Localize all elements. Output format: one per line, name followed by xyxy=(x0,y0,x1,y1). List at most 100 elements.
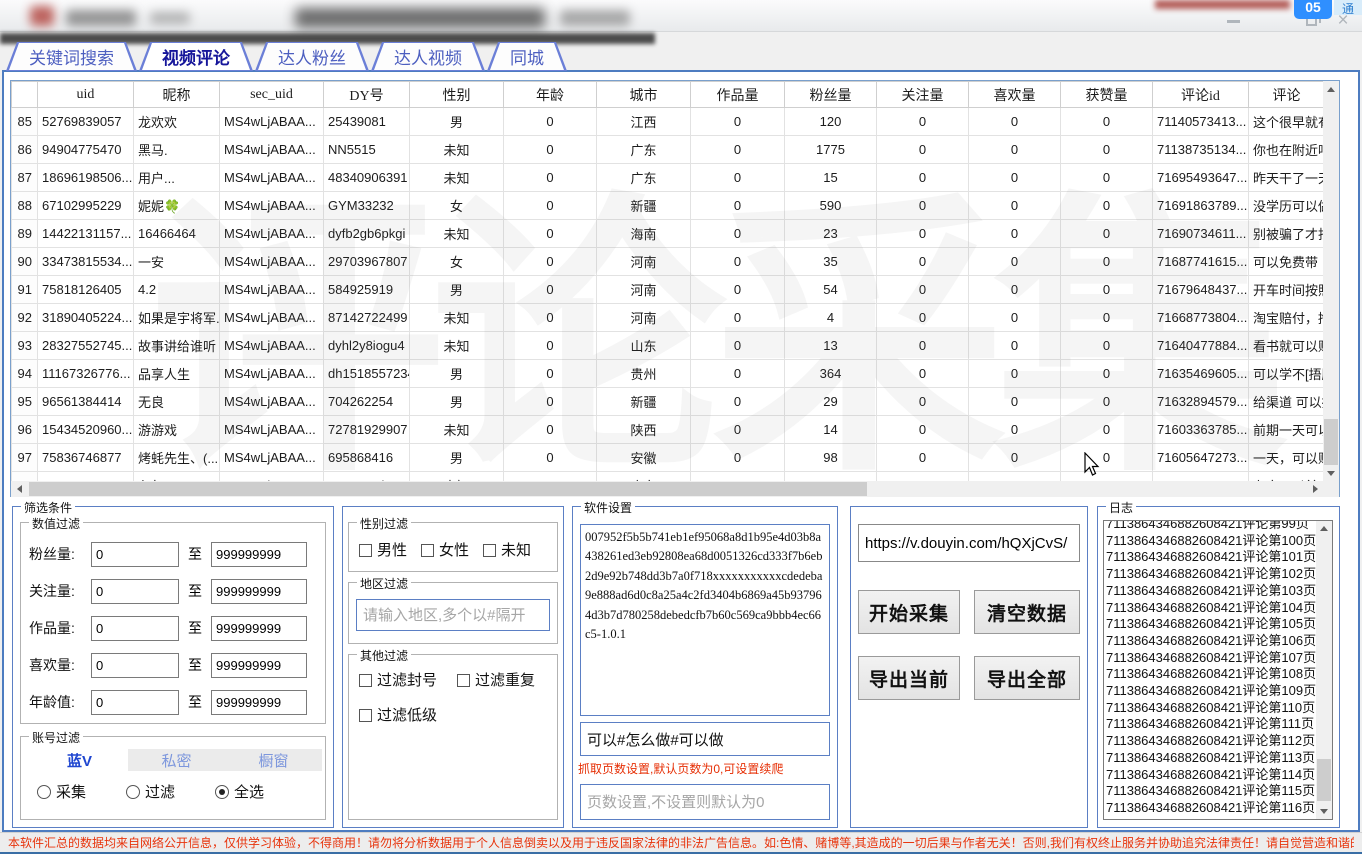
column-header-评论id[interactable]: 评论id xyxy=(1153,82,1249,108)
log-listbox[interactable]: 7113864346882608421评论第99页711386434688260… xyxy=(1103,520,1333,820)
tab-达人粉丝[interactable]: 达人粉丝 xyxy=(255,42,369,71)
scroll-up-button[interactable] xyxy=(1323,81,1339,97)
row-number: 87 xyxy=(12,164,38,192)
table-row[interactable]: 9898440083202七年8MS4wLjABAAAMV_mai.03.05未… xyxy=(12,472,1324,482)
cell-评论id: 71635469605... xyxy=(1153,360,1249,388)
column-header-作品量[interactable]: 作品量 xyxy=(691,82,785,108)
numeric-max-input[interactable] xyxy=(211,579,307,604)
column-header-粉丝量[interactable]: 粉丝量 xyxy=(785,82,877,108)
column-header-关注量[interactable]: 关注量 xyxy=(877,82,969,108)
column-header-性别[interactable]: 性别 xyxy=(410,82,504,108)
row-number: 92 xyxy=(12,304,38,332)
numeric-max-input[interactable] xyxy=(211,542,307,567)
scroll-down-button[interactable] xyxy=(1323,465,1339,481)
filter-words-input[interactable] xyxy=(580,722,830,756)
checkbox-过滤低级[interactable]: 过滤低级 xyxy=(359,704,457,725)
numeric-max-input[interactable] xyxy=(211,690,307,715)
log-scroll-down-button[interactable] xyxy=(1316,804,1332,819)
table-row[interactable]: 9596561384414无良MS4wLjABAA...704262254男0新… xyxy=(12,388,1324,416)
segment-蓝V[interactable]: 蓝V xyxy=(31,749,128,771)
cell-获赞量: 0 xyxy=(1061,332,1153,360)
cell-uid: 67102995229 xyxy=(38,192,134,220)
table-row[interactable]: 8718696198506...用户...MS4wLjABAA...483409… xyxy=(12,164,1324,192)
tab-达人视频[interactable]: 达人视频 xyxy=(371,42,485,71)
column-header-sec_uid[interactable]: sec_uid xyxy=(220,82,324,108)
cell-uid: 52769839057 xyxy=(38,108,134,136)
segment-私密[interactable]: 私密 xyxy=(128,749,225,771)
numeric-max-input[interactable] xyxy=(211,653,307,678)
column-header-DY号[interactable]: DY号 xyxy=(324,82,410,108)
scroll-left-button[interactable] xyxy=(11,481,27,497)
table-row[interactable]: 91758181264054.2MS4wLjABAA...584925919男0… xyxy=(12,276,1324,304)
log-scrollbar-thumb[interactable] xyxy=(1317,759,1331,801)
numeric-min-input[interactable] xyxy=(91,579,179,604)
numeric-min-input[interactable] xyxy=(91,690,179,715)
table-row[interactable]: 9231890405224...如果是宇将军...MS4wLjABAA...87… xyxy=(12,304,1324,332)
checkbox-未知[interactable]: 未知 xyxy=(483,539,531,560)
cell-评论id: 71640477884... xyxy=(1153,332,1249,360)
table-row[interactable]: 9033473815534...一安MS4wLjABAA...297039678… xyxy=(12,248,1324,276)
tab-同城[interactable]: 同城 xyxy=(487,42,567,71)
column-header-获赞量[interactable]: 获赞量 xyxy=(1061,82,1153,108)
cell-uid: 28327552745... xyxy=(38,332,134,360)
tab-视频评论[interactable]: 视频评论 xyxy=(139,42,253,71)
pages-input[interactable] xyxy=(580,784,830,820)
checkbox-过滤重复[interactable]: 过滤重复 xyxy=(457,669,555,690)
action-button-导出当前[interactable]: 导出当前 xyxy=(858,656,960,700)
tab-关键词搜索[interactable]: 关键词搜索 xyxy=(6,42,137,71)
cell-喜欢量: 0 xyxy=(969,192,1061,220)
table-row[interactable]: 9411167326776...品享人生MS4wLjABAA...dh15185… xyxy=(12,360,1324,388)
radio-过滤[interactable]: 过滤 xyxy=(126,781,175,802)
table-row[interactable]: 9615434520960...游游戏MS4wLjABAA...72781929… xyxy=(12,416,1324,444)
action-button-开始采集[interactable]: 开始采集 xyxy=(858,590,960,634)
scroll-right-button[interactable] xyxy=(1307,481,1323,497)
tab-bar: 关键词搜索视频评论达人粉丝达人视频同城 xyxy=(6,42,567,71)
cell-喜欢量: 0 xyxy=(969,304,1061,332)
radio-采集[interactable]: 采集 xyxy=(37,781,86,802)
numeric-min-input[interactable] xyxy=(91,616,179,641)
table-row[interactable]: 8867102995229妮妮🍀MS4wLjABAA...GYM33232女0新… xyxy=(12,192,1324,220)
region-input[interactable] xyxy=(356,599,550,631)
results-table-container: uid昵称sec_uidDY号性别年龄城市作品量粉丝量关注量喜欢量获赞量评论id… xyxy=(10,80,1340,497)
account-segments: 蓝V私密橱窗 xyxy=(31,749,322,771)
video-url-input[interactable] xyxy=(858,524,1080,562)
cell-评论: 昨天干了一天 .. xyxy=(1249,164,1324,192)
cell-DY号: dyfb2gb6pkgi xyxy=(324,220,410,248)
table-row[interactable]: 9775836746877烤蚝先生、(...MS4wLjABAA...69586… xyxy=(12,444,1324,472)
table-row[interactable]: 8694904775470黑马.MS4wLjABAA...NN5515未知0广东… xyxy=(12,136,1324,164)
column-header-喜欢量[interactable]: 喜欢量 xyxy=(969,82,1061,108)
action-button-导出全部[interactable]: 导出全部 xyxy=(974,656,1080,700)
segment-橱窗[interactable]: 橱窗 xyxy=(225,749,322,771)
radio-全选[interactable]: 全选 xyxy=(215,781,264,802)
cell-城市: 河南 xyxy=(597,304,691,332)
checkbox-过滤封号[interactable]: 过滤封号 xyxy=(359,669,457,690)
column-header-城市[interactable]: 城市 xyxy=(597,82,691,108)
cell-sec_uid: MS4wLjABAA... xyxy=(220,108,324,136)
log-line: 7113864346882608421评论第101页 xyxy=(1106,549,1312,566)
action-button-清空数据[interactable]: 清空数据 xyxy=(974,590,1080,634)
row-number: 86 xyxy=(12,136,38,164)
log-scroll-up-button[interactable] xyxy=(1316,521,1332,536)
table-row[interactable]: 9328327552745...故事讲给谁听MS4wLjABAA...dyhl2… xyxy=(12,332,1324,360)
numeric-max-input[interactable] xyxy=(211,616,307,641)
token-textarea[interactable]: 007952f5b5b741eb1ef95068a8d1b95e4d03b8a4… xyxy=(580,524,830,716)
cell-年龄: 0 xyxy=(504,332,597,360)
table-row[interactable]: 8552769839057龙欢欢MS4wLjABAA...25439081男0江… xyxy=(12,108,1324,136)
minimize-button[interactable] xyxy=(1222,12,1244,30)
v-scrollbar-thumb[interactable] xyxy=(1324,419,1338,465)
cell-喜欢量: 0 xyxy=(969,164,1061,192)
numeric-min-input[interactable] xyxy=(91,542,179,567)
checkbox-男性[interactable]: 男性 xyxy=(359,539,407,560)
numeric-min-input[interactable] xyxy=(91,653,179,678)
column-header-昵称[interactable]: 昵称 xyxy=(134,82,220,108)
cell-昵称: 游游戏 xyxy=(134,416,220,444)
log-line: 7113864346882608421评论第109页 xyxy=(1106,683,1312,700)
column-header-uid[interactable]: uid xyxy=(38,82,134,108)
column-header-年龄[interactable]: 年龄 xyxy=(504,82,597,108)
cell-昵称: 16466464 xyxy=(134,220,220,248)
checkbox-女性[interactable]: 女性 xyxy=(421,539,469,560)
column-header-评论[interactable]: 评论 xyxy=(1249,82,1324,108)
cell-昵称: 龙欢欢 xyxy=(134,108,220,136)
h-scrollbar-thumb[interactable] xyxy=(29,482,867,496)
table-row[interactable]: 8914422131157...16466464MS4wLjABAA...dyf… xyxy=(12,220,1324,248)
